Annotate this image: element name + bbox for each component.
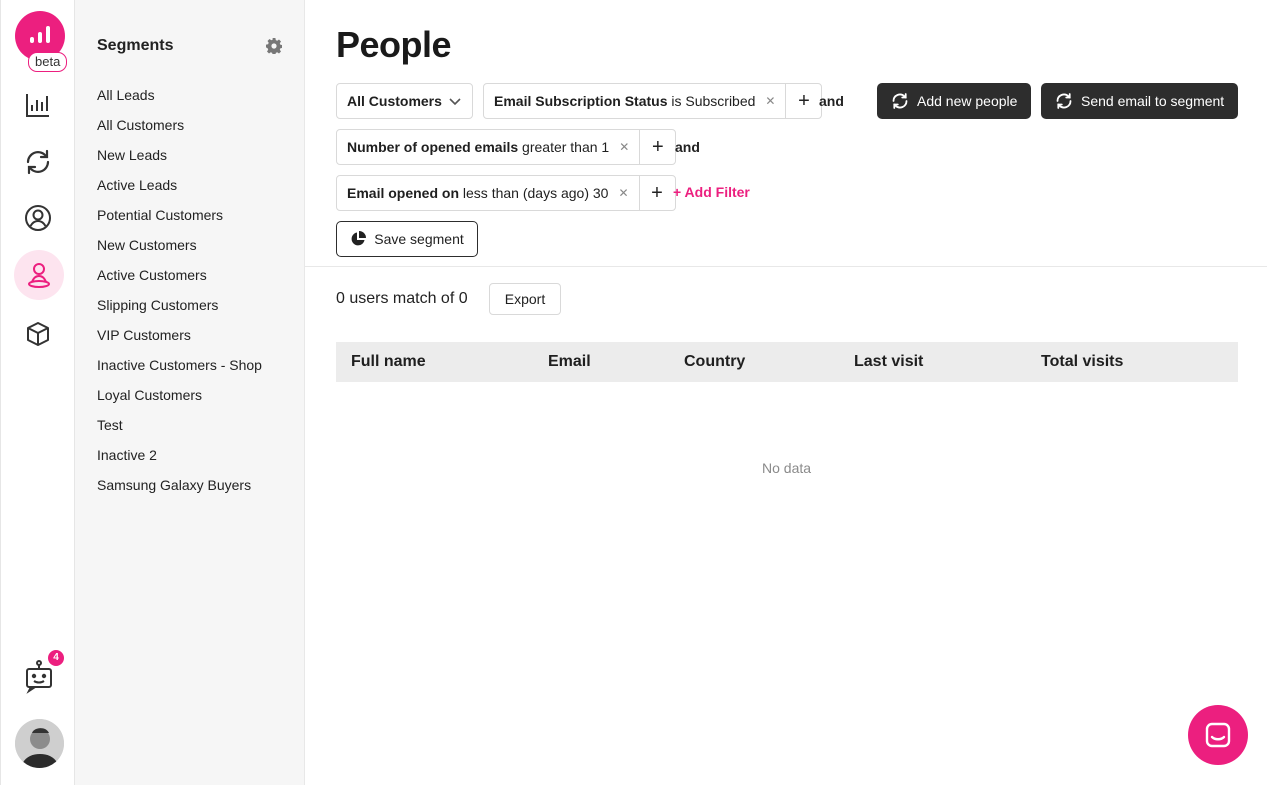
segment-item[interactable]: Potential Customers [97, 206, 262, 236]
pie-chart-icon [351, 231, 367, 246]
remove-filter-icon[interactable]: ✕ [618, 186, 638, 200]
notification-badge: 4 [48, 650, 64, 666]
filter-chip[interactable]: Number of opened emails greater than 1 ✕… [336, 129, 677, 165]
filter-condition: is Subscribed [671, 93, 756, 109]
column-header-full-name[interactable]: Full name [351, 353, 426, 371]
divider [305, 266, 1267, 267]
filter-chip[interactable]: Email Subscription Status is Subscribed … [483, 83, 823, 119]
segment-item[interactable]: All Customers [97, 116, 262, 146]
remove-filter-icon[interactable]: ✕ [765, 94, 785, 108]
filter-chip[interactable]: Email opened on less than (days ago) 30 … [336, 175, 676, 211]
segment-select-value: All Customers [347, 93, 442, 109]
column-header-last-visit[interactable]: Last visit [854, 353, 923, 371]
segment-item[interactable]: Test [97, 416, 262, 446]
segment-item[interactable]: All Leads [97, 86, 262, 116]
box-icon[interactable] [18, 314, 58, 354]
remove-filter-icon[interactable]: ✕ [619, 140, 639, 154]
segment-item[interactable]: Inactive 2 [97, 446, 262, 476]
send-email-button[interactable]: Send email to segment [1041, 83, 1239, 119]
save-segment-button[interactable]: Save segment [336, 221, 478, 257]
filter-condition: greater than 1 [522, 139, 610, 155]
chart-icon[interactable] [18, 85, 58, 125]
column-header-email[interactable]: Email [548, 353, 591, 371]
column-header-total-visits[interactable]: Total visits [1041, 353, 1123, 371]
segment-item[interactable]: New Leads [97, 146, 262, 176]
refresh-icon[interactable] [18, 142, 58, 182]
and-label: and [675, 139, 700, 155]
chat-launcher-button[interactable] [1188, 705, 1248, 765]
segment-list: All Leads All Customers New Leads Active… [97, 86, 262, 506]
add-condition-button[interactable]: + [638, 176, 675, 210]
add-filter-link[interactable]: + Add Filter [673, 184, 750, 200]
segment-item[interactable]: Inactive Customers - Shop [97, 356, 262, 386]
refresh-icon [1056, 93, 1072, 109]
icon-rail: beta 4 [0, 0, 75, 785]
filter-condition: less than (days ago) 30 [462, 185, 609, 201]
filter-field: Email Subscription Status [494, 93, 668, 109]
segment-select[interactable]: All Customers [336, 83, 473, 119]
segments-sidebar: Segments All Leads All Customers New Lea… [75, 0, 305, 785]
chat-icon [1205, 722, 1231, 748]
empty-state: No data [762, 460, 812, 476]
export-button[interactable]: Export [489, 283, 561, 315]
segment-item[interactable]: Loyal Customers [97, 386, 262, 416]
user-circle-icon[interactable] [18, 198, 58, 238]
filter-field: Email opened on [347, 185, 460, 201]
segment-item[interactable]: New Customers [97, 236, 262, 266]
segment-item[interactable]: VIP Customers [97, 326, 262, 356]
refresh-icon [892, 93, 908, 109]
beta-badge: beta [28, 52, 68, 72]
segment-item[interactable]: Slipping Customers [97, 296, 262, 326]
add-condition-button[interactable]: + [785, 84, 821, 118]
segment-item[interactable]: Samsung Galaxy Buyers [97, 476, 262, 506]
table-header: Full name Email Country Last visit Total… [336, 342, 1238, 382]
chevron-down-icon [449, 98, 461, 106]
add-new-people-button[interactable]: Add new people [877, 83, 1032, 119]
main-content: People All Customers Email Subscription … [305, 0, 1267, 785]
filter-field: Number of opened emails [347, 139, 519, 155]
avatar[interactable] [15, 719, 64, 768]
match-count: 0 users match of 0 [336, 290, 468, 307]
column-header-country[interactable]: Country [684, 353, 745, 371]
segment-item[interactable]: Active Leads [97, 176, 262, 206]
sidebar-title: Segments [97, 37, 174, 54]
person-pin-icon[interactable] [14, 250, 64, 300]
add-condition-button[interactable]: + [639, 130, 675, 164]
and-label: and [819, 93, 844, 109]
segment-item[interactable]: Active Customers [97, 266, 262, 296]
gear-icon[interactable] [266, 38, 283, 55]
page-title: People [336, 24, 452, 65]
